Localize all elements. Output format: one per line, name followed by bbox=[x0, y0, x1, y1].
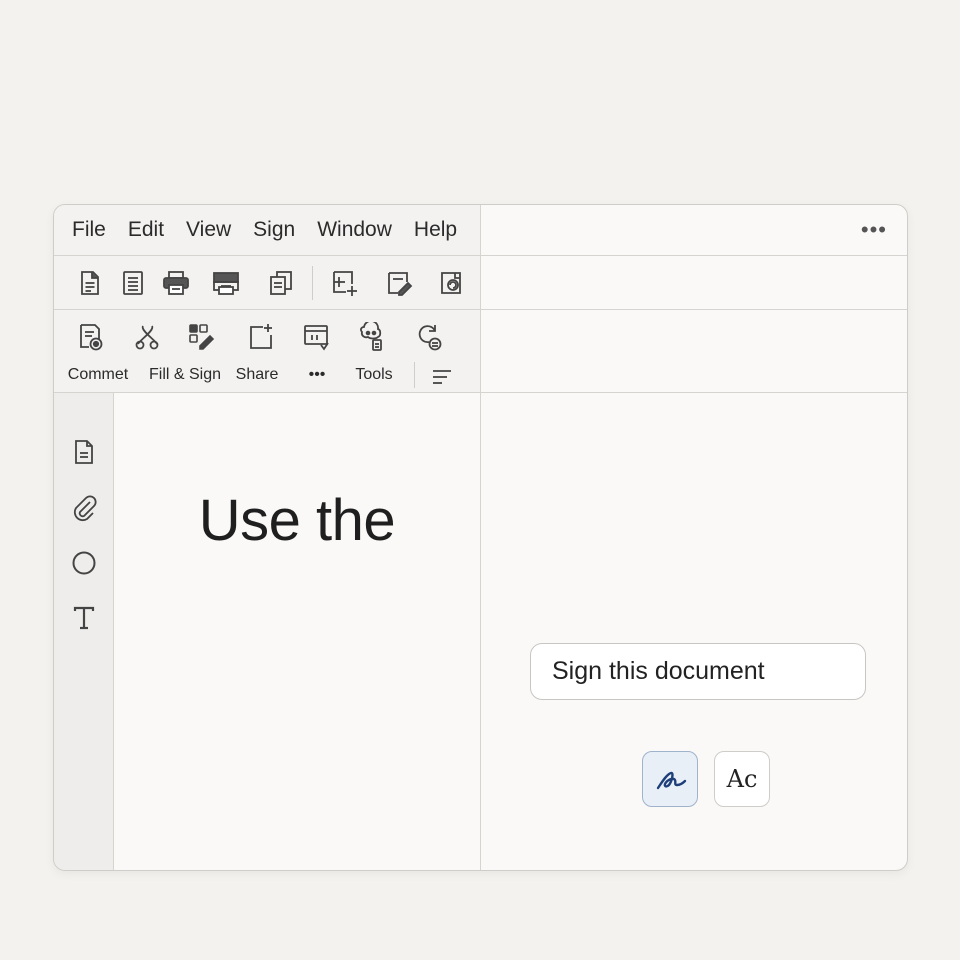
ribbon: Commet Fill & Sign Share ••• Tools bbox=[54, 310, 480, 393]
right-toolbar-row bbox=[481, 256, 907, 310]
more-options-button[interactable]: ••• bbox=[861, 217, 887, 243]
toolbar bbox=[54, 256, 480, 310]
share-icon[interactable] bbox=[246, 322, 276, 352]
right-header: ••• bbox=[481, 205, 907, 256]
form-icon[interactable] bbox=[301, 322, 331, 352]
add-frame-icon[interactable] bbox=[331, 269, 359, 297]
right-pane: ••• Sign this document Ac bbox=[481, 205, 907, 870]
type-signature-button[interactable]: Ac bbox=[714, 751, 770, 807]
edit-note-icon[interactable] bbox=[385, 269, 413, 297]
menu-help[interactable]: Help bbox=[414, 218, 457, 242]
menu-bar: File Edit View Sign Window Help bbox=[54, 205, 480, 256]
document-icon[interactable] bbox=[76, 269, 104, 297]
print-icon[interactable] bbox=[162, 269, 190, 297]
menu-file[interactable]: File bbox=[72, 218, 106, 242]
app-window: File Edit View Sign Window Help Commet F… bbox=[53, 204, 908, 871]
toolbar-separator bbox=[312, 266, 313, 300]
sign-document-field[interactable]: Sign this document bbox=[530, 643, 866, 700]
rotate-icon[interactable] bbox=[437, 269, 465, 297]
menu-edit[interactable]: Edit bbox=[128, 218, 164, 242]
file-icon[interactable] bbox=[70, 438, 98, 466]
comment-label[interactable]: Commet bbox=[68, 366, 128, 384]
tools-icon[interactable] bbox=[414, 322, 444, 352]
align-icon[interactable] bbox=[432, 368, 452, 386]
left-pane: File Edit View Sign Window Help Commet F… bbox=[54, 205, 481, 870]
printer-alt-icon[interactable] bbox=[212, 269, 240, 297]
right-ribbon-row bbox=[481, 310, 907, 393]
tools-label[interactable]: Tools bbox=[355, 366, 392, 384]
text-tool-icon[interactable] bbox=[70, 604, 98, 632]
comment-icon[interactable] bbox=[76, 322, 106, 352]
paperclip-icon[interactable] bbox=[70, 494, 98, 522]
draw-signature-button[interactable] bbox=[642, 751, 698, 807]
stamp-icon[interactable] bbox=[186, 322, 216, 352]
page-icon[interactable] bbox=[119, 269, 147, 297]
menu-window[interactable]: Window bbox=[317, 218, 392, 242]
ribbon-separator bbox=[414, 362, 415, 388]
fill-sign-icon[interactable] bbox=[132, 322, 162, 352]
more-tools-button[interactable]: ••• bbox=[309, 366, 326, 384]
sidebar bbox=[54, 393, 114, 870]
share-label[interactable]: Share bbox=[236, 366, 279, 384]
fill-sign-label[interactable]: Fill & Sign bbox=[149, 366, 221, 384]
document-heading: Use the bbox=[198, 488, 396, 553]
menu-sign[interactable]: Sign bbox=[253, 218, 295, 242]
circle-icon[interactable] bbox=[70, 549, 98, 577]
ai-assistant-icon[interactable] bbox=[356, 322, 386, 352]
signature-icon bbox=[656, 771, 687, 790]
copy-icon[interactable] bbox=[267, 269, 295, 297]
menu-view[interactable]: View bbox=[186, 218, 231, 242]
